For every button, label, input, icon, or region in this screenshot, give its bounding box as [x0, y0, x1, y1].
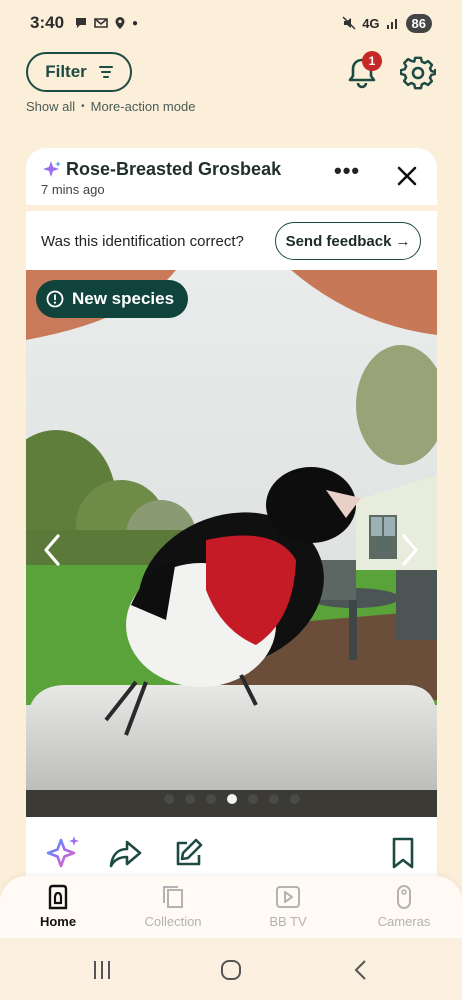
collection-icon: [163, 886, 183, 908]
species-title[interactable]: Rose-Breasted Grosbeak: [66, 159, 281, 180]
nav-cameras[interactable]: Cameras: [359, 884, 449, 929]
dot-icon: ●: [132, 17, 139, 29]
chevron-right-icon[interactable]: [398, 532, 422, 568]
system-navigation: [0, 938, 462, 1000]
home-button-icon[interactable]: [219, 958, 243, 982]
battery-indicator: 86: [405, 13, 432, 33]
send-feedback-label: Send feedback: [285, 232, 392, 250]
carousel-dot[interactable]: [185, 794, 195, 804]
divider: [26, 205, 437, 211]
signal-icon: [386, 19, 397, 29]
feedback-question: Was this identification correct?: [41, 233, 244, 250]
mute-icon: [342, 16, 356, 30]
mode-links: Show all • More-action mode: [26, 99, 195, 114]
nav-bbtv-label: BB TV: [269, 914, 307, 929]
send-feedback-button[interactable]: Send feedback →: [275, 222, 421, 260]
separator-dot: •: [81, 101, 85, 112]
carousel-dot[interactable]: [227, 794, 237, 804]
sighting-card: Rose-Breasted Grosbeak 7 mins ago ••• Wa…: [26, 148, 437, 888]
recent-apps-icon[interactable]: [90, 958, 114, 982]
status-bar: 3:40 ● 4G 86: [0, 0, 462, 46]
filter-icon: [98, 66, 113, 78]
carousel-dot[interactable]: [269, 794, 279, 804]
filter-button[interactable]: Filter: [26, 52, 132, 92]
carousel-dot[interactable]: [248, 794, 258, 804]
sparkle-icon: [43, 161, 61, 177]
bird-photo-image: [26, 270, 437, 817]
back-icon[interactable]: [349, 958, 373, 982]
show-all-link[interactable]: Show all: [26, 99, 75, 114]
card-header: Rose-Breasted Grosbeak 7 mins ago •••: [26, 148, 437, 204]
tv-icon: [276, 886, 300, 908]
share-icon[interactable]: [107, 834, 145, 872]
chevron-left-icon[interactable]: [40, 532, 64, 568]
filter-label: Filter: [45, 62, 87, 81]
timestamp: 7 mins ago: [41, 182, 105, 197]
mail-icon: [94, 18, 108, 28]
status-time: 3:40: [30, 13, 65, 32]
nav-bbtv[interactable]: BB TV: [243, 884, 333, 929]
bottom-navigation: Home Collection BB TV Cameras: [0, 876, 462, 938]
close-icon[interactable]: [396, 165, 418, 187]
carousel-dot[interactable]: [206, 794, 216, 804]
ai-sparkle-icon[interactable]: [44, 834, 82, 872]
status-right: 4G 86: [342, 13, 432, 33]
network-label: 4G: [362, 15, 380, 31]
nav-home-label: Home: [39, 914, 77, 929]
nav-cameras-label: Cameras: [377, 914, 431, 929]
carousel-dot[interactable]: [290, 794, 300, 804]
bookmark-icon[interactable]: [384, 834, 422, 872]
notification-badge: 1: [362, 51, 382, 71]
more-action-mode-link[interactable]: More-action mode: [91, 99, 196, 114]
arrow-right-icon: →: [395, 232, 411, 250]
nav-collection[interactable]: Collection: [128, 884, 218, 929]
info-icon: [46, 290, 64, 308]
chat-icon: [76, 18, 87, 28]
nav-home[interactable]: Home: [13, 884, 103, 929]
nav-collection-label: Collection: [144, 914, 202, 929]
camera-icon: [397, 885, 411, 909]
edit-icon[interactable]: [169, 834, 207, 872]
new-species-badge: New species: [36, 280, 189, 318]
gear-icon[interactable]: [400, 55, 436, 91]
home-icon: [48, 884, 68, 910]
carousel-dot[interactable]: [164, 794, 174, 804]
new-species-label: New species: [72, 289, 175, 308]
carousel-dots[interactable]: [164, 794, 300, 804]
location-icon: [115, 17, 125, 29]
bird-photo[interactable]: New species: [26, 270, 437, 817]
more-options-button[interactable]: •••: [334, 160, 360, 186]
status-notification-icons: ●: [74, 16, 138, 30]
feedback-row: Was this identification correct? Send fe…: [26, 212, 437, 270]
